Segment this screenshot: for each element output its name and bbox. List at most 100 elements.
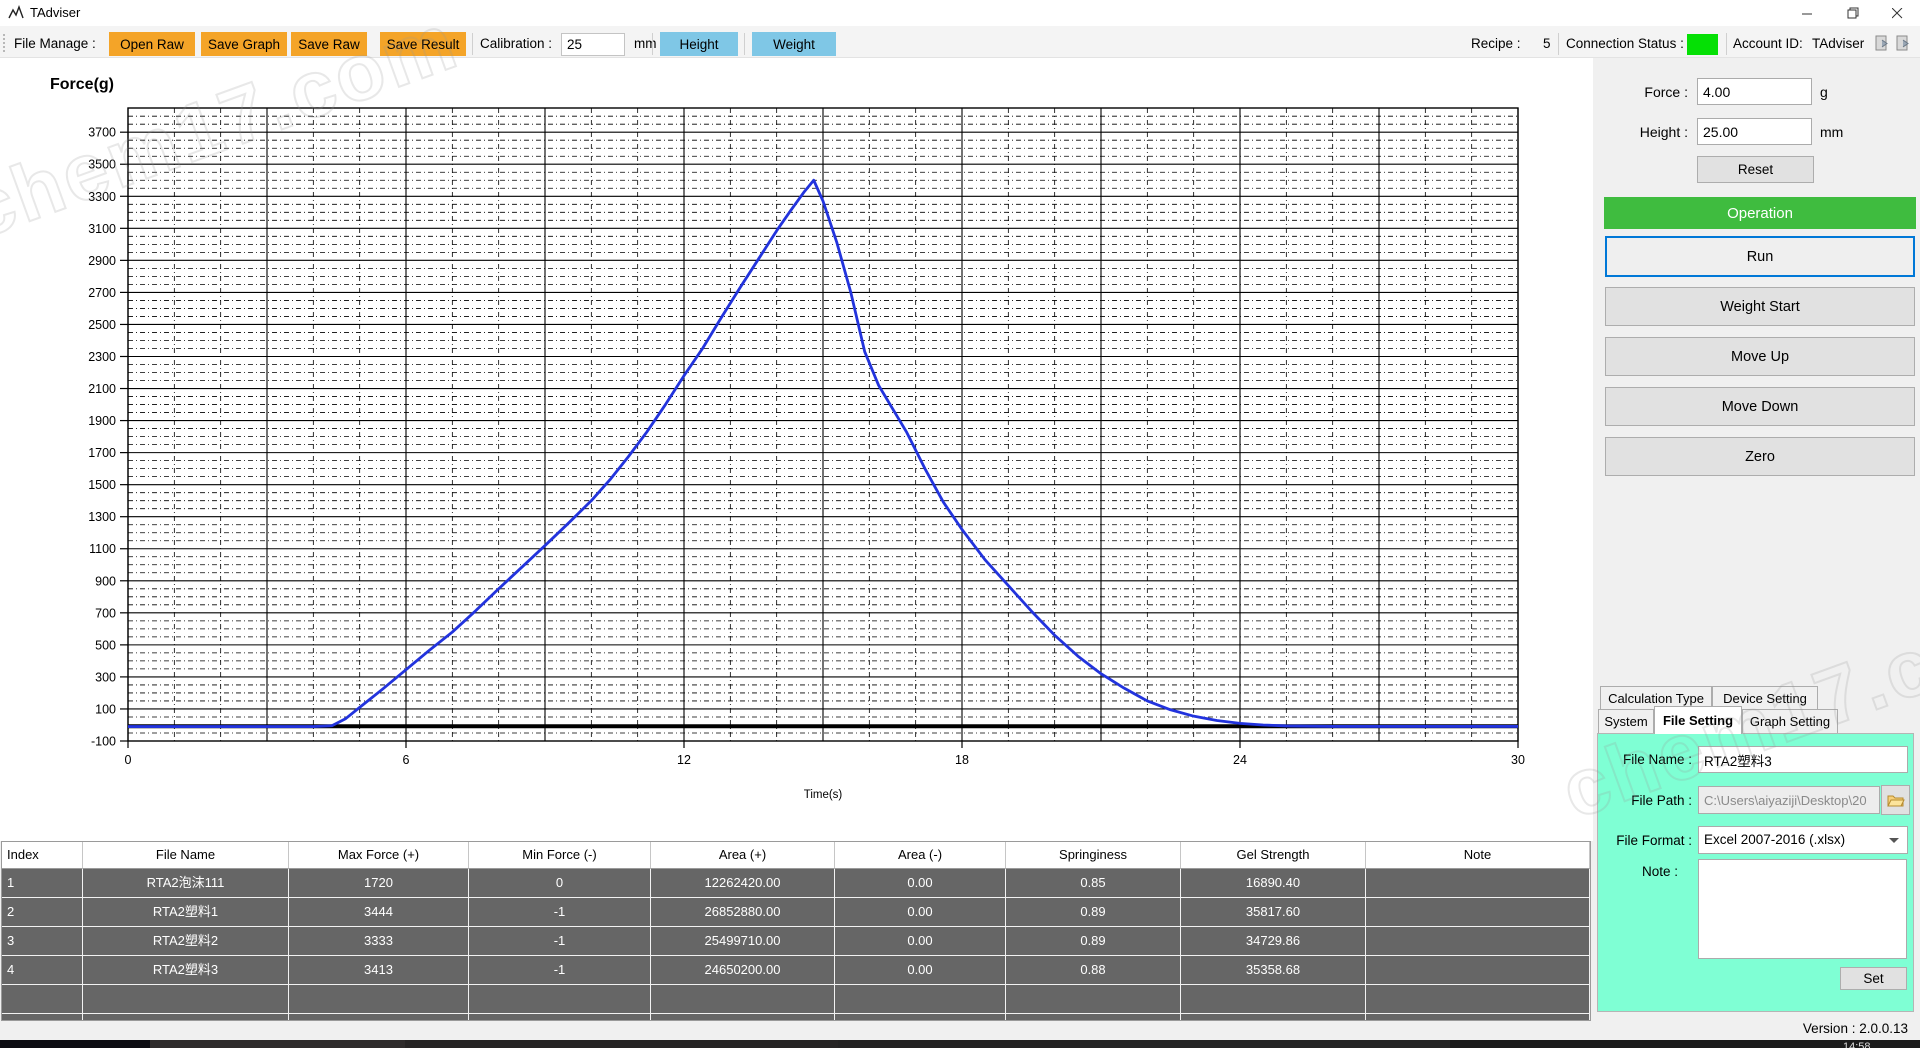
table-header-cell[interactable]: Index <box>2 842 83 869</box>
table-cell[interactable]: 0.00 <box>835 869 1006 898</box>
table-row[interactable]: 2RTA2塑料13444-126852880.000.000.8935817.6… <box>2 898 1590 927</box>
file-path-input[interactable] <box>1698 786 1880 814</box>
table-cell[interactable] <box>1006 1014 1181 1021</box>
table-cell[interactable]: -1 <box>469 956 651 985</box>
table-cell[interactable]: 24650200.00 <box>651 956 835 985</box>
force-setpoint-input[interactable] <box>1697 78 1812 105</box>
open-raw-button[interactable]: Open Raw <box>109 32 195 56</box>
table-cell[interactable] <box>469 985 651 1014</box>
table-cell[interactable] <box>835 985 1006 1014</box>
zero-button[interactable]: Zero <box>1605 437 1915 476</box>
run-button[interactable]: Run <box>1605 236 1915 277</box>
table-cell[interactable]: RTA2塑料2 <box>83 927 289 956</box>
toolbar-grip[interactable] <box>3 34 5 52</box>
table-cell[interactable] <box>289 1014 469 1021</box>
table-cell[interactable] <box>1366 985 1590 1014</box>
table-cell[interactable]: 0.89 <box>1006 898 1181 927</box>
table-empty-row[interactable] <box>2 1014 1590 1021</box>
table-cell[interactable] <box>83 985 289 1014</box>
table-header-cell[interactable]: Area (-) <box>835 842 1006 869</box>
table-cell[interactable]: 3413 <box>289 956 469 985</box>
table-cell[interactable] <box>1181 1014 1366 1021</box>
table-header-cell[interactable]: File Name <box>83 842 289 869</box>
table-cell[interactable]: 3 <box>2 927 83 956</box>
save-graph-button[interactable]: Save Graph <box>201 32 287 56</box>
table-cell[interactable]: 35817.60 <box>1181 898 1366 927</box>
table-cell[interactable]: 1 <box>2 869 83 898</box>
tab-file-setting[interactable]: File Setting <box>1654 706 1742 734</box>
login-button[interactable] <box>1874 34 1891 58</box>
height-setpoint-input[interactable] <box>1697 118 1812 145</box>
table-cell[interactable] <box>1366 927 1590 956</box>
browse-folder-button[interactable] <box>1881 785 1910 815</box>
close-button[interactable] <box>1875 0 1920 26</box>
table-cell[interactable] <box>289 985 469 1014</box>
table-row[interactable]: 4RTA2塑料33413-124650200.000.000.8835358.6… <box>2 956 1590 985</box>
file-format-select[interactable]: Excel 2007-2016 (.xlsx) <box>1698 826 1908 854</box>
table-header-cell[interactable]: Max Force (+) <box>289 842 469 869</box>
height-button[interactable]: Height <box>660 32 738 56</box>
table-cell[interactable] <box>469 1014 651 1021</box>
table-cell[interactable] <box>835 1014 1006 1021</box>
table-cell[interactable] <box>2 985 83 1014</box>
table-cell[interactable]: 3444 <box>289 898 469 927</box>
tab-graph-setting[interactable]: Graph Setting <box>1742 709 1838 733</box>
note-textarea[interactable] <box>1698 859 1907 959</box>
table-cell[interactable] <box>1181 985 1366 1014</box>
table-cell[interactable]: 4 <box>2 956 83 985</box>
table-header-cell[interactable]: Springiness <box>1006 842 1181 869</box>
table-cell[interactable]: 0 <box>469 869 651 898</box>
table-cell[interactable]: 0.00 <box>835 956 1006 985</box>
table-cell[interactable]: 26852880.00 <box>651 898 835 927</box>
table-cell[interactable]: -1 <box>469 927 651 956</box>
table-cell[interactable] <box>1366 898 1590 927</box>
weight-button[interactable]: Weight <box>752 32 836 56</box>
table-cell[interactable]: 0.85 <box>1006 869 1181 898</box>
table-cell[interactable] <box>1006 985 1181 1014</box>
table-cell[interactable] <box>1366 1014 1590 1021</box>
table-cell[interactable]: -1 <box>469 898 651 927</box>
taskbar[interactable]: 14:58 <box>0 1040 1920 1048</box>
table-cell[interactable]: RTA2泡沫111 <box>83 869 289 898</box>
table-cell[interactable]: 0.00 <box>835 927 1006 956</box>
table-header-cell[interactable]: Min Force (-) <box>469 842 651 869</box>
table-cell[interactable]: 25499710.00 <box>651 927 835 956</box>
logout-button[interactable] <box>1895 34 1912 58</box>
table-cell[interactable]: 16890.40 <box>1181 869 1366 898</box>
save-result-button[interactable]: Save Result <box>380 32 466 56</box>
table-cell[interactable]: 35358.68 <box>1181 956 1366 985</box>
table-cell[interactable]: 2 <box>2 898 83 927</box>
restore-button[interactable] <box>1830 0 1875 26</box>
table-cell[interactable]: 1720 <box>289 869 469 898</box>
table-header-cell[interactable]: Area (+) <box>651 842 835 869</box>
table-row[interactable]: 1RTA2泡沫1111720012262420.000.000.8516890.… <box>2 869 1590 898</box>
save-raw-button[interactable]: Save Raw <box>291 32 367 56</box>
table-header-cell[interactable]: Note <box>1366 842 1590 869</box>
table-cell[interactable] <box>83 1014 289 1021</box>
reset-button[interactable]: Reset <box>1697 156 1814 183</box>
table-cell[interactable] <box>651 985 835 1014</box>
table-cell[interactable]: 34729.86 <box>1181 927 1366 956</box>
set-button[interactable]: Set <box>1840 967 1907 990</box>
weight-start-button[interactable]: Weight Start <box>1605 287 1915 326</box>
file-name-input[interactable] <box>1698 746 1908 773</box>
table-cell[interactable]: 0.00 <box>835 898 1006 927</box>
table-cell[interactable]: 0.89 <box>1006 927 1181 956</box>
table-cell[interactable] <box>1366 869 1590 898</box>
table-cell[interactable]: RTA2塑料3 <box>83 956 289 985</box>
table-cell[interactable] <box>651 1014 835 1021</box>
move-down-button[interactable]: Move Down <box>1605 387 1915 426</box>
table-cell[interactable]: 12262420.00 <box>651 869 835 898</box>
calibration-input[interactable] <box>561 33 625 56</box>
table-cell[interactable]: RTA2塑料1 <box>83 898 289 927</box>
table-row[interactable]: 3RTA2塑料23333-125499710.000.000.8934729.8… <box>2 927 1590 956</box>
table-cell[interactable]: 3333 <box>289 927 469 956</box>
table-cell[interactable]: 0.88 <box>1006 956 1181 985</box>
table-cell[interactable] <box>1366 956 1590 985</box>
move-up-button[interactable]: Move Up <box>1605 337 1915 376</box>
table-cell[interactable] <box>2 1014 83 1021</box>
minimize-button[interactable] <box>1785 0 1830 26</box>
tab-system[interactable]: System <box>1598 709 1654 733</box>
table-header-cell[interactable]: Gel Strength <box>1181 842 1366 869</box>
table-empty-row[interactable] <box>2 985 1590 1014</box>
